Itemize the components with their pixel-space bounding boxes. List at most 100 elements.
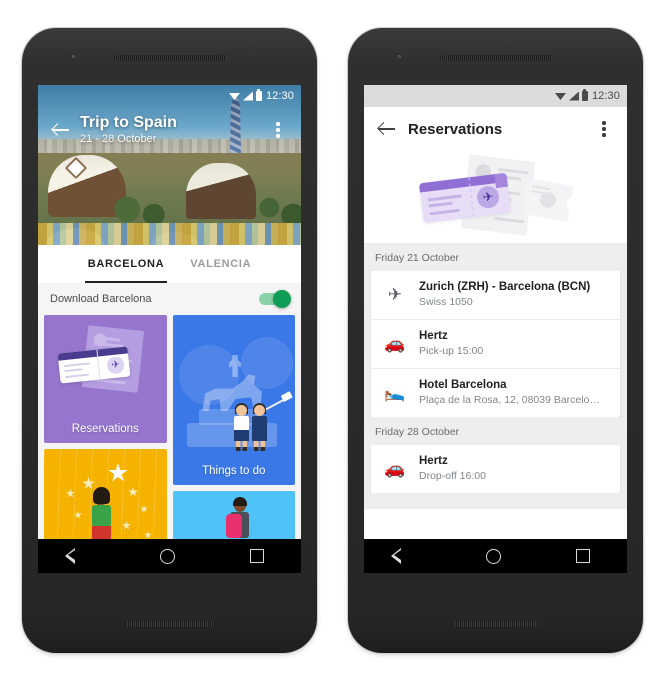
- download-row[interactable]: Download Barcelona: [38, 283, 301, 315]
- card-things-to-do-label: Things to do: [202, 465, 266, 477]
- reservation-text: Hertz Pick-up 15:00: [419, 329, 483, 359]
- person-shirt: [92, 505, 111, 527]
- category-card-grid: ✈ Reservations Things to do: [38, 315, 301, 573]
- tab-valencia-label: VALENCIA: [190, 258, 252, 270]
- arrow-back-icon: [379, 121, 395, 137]
- trip-hero-image: 12:30 Trip to Spain 21 - 28 October: [38, 85, 301, 245]
- statue-selfie-illustration: [173, 315, 296, 485]
- nav-back-icon[interactable]: [391, 548, 411, 564]
- nav-recents-icon[interactable]: [575, 549, 590, 563]
- tourist-skirt: [233, 430, 249, 441]
- battery-icon: [255, 89, 262, 101]
- backpack-icon: [225, 514, 242, 538]
- reservation-row-flight[interactable]: ✈ Zurich (ZRH) - Barcelona (BCN) Swiss 1…: [371, 271, 620, 319]
- tab-barcelona-label: BARCELONA: [87, 258, 165, 270]
- overflow-button-left[interactable]: [263, 115, 293, 145]
- tourist-boots: [235, 447, 247, 451]
- day-header: Friday 28 October: [364, 417, 627, 445]
- reservation-title: Hertz: [419, 330, 448, 342]
- reservations-title: Reservations: [408, 120, 503, 138]
- tourist-top: [233, 416, 249, 431]
- trip-dates: 21 - 28 October: [80, 132, 157, 145]
- page-title: Trip to Spain: [80, 113, 177, 131]
- reservations-tickets-illustration: ✈: [418, 154, 576, 236]
- card-reservations-label: Reservations: [71, 423, 139, 435]
- tourist-top: [251, 416, 267, 431]
- card-stars[interactable]: [44, 449, 167, 553]
- tab-valencia[interactable]: VALENCIA: [190, 245, 251, 283]
- flight-icon: ✈: [387, 285, 403, 304]
- battery-icon: [581, 89, 588, 101]
- grid-column-left: ✈ Reservations: [44, 315, 167, 573]
- more-vert-icon: [276, 128, 280, 132]
- backpacker-hair: [232, 497, 247, 506]
- signal-icon: [242, 91, 253, 101]
- status-bar-left: 12:30: [38, 85, 301, 107]
- more-vert-icon: [602, 127, 606, 131]
- person-hair: [93, 487, 110, 504]
- earpiece-speaker: [113, 55, 226, 61]
- nav-back-icon[interactable]: [65, 548, 85, 564]
- card-things-to-do[interactable]: Things to do: [172, 315, 296, 485]
- back-button-right[interactable]: [372, 114, 402, 144]
- front-camera-icon: [396, 53, 403, 60]
- reservation-row-hotel[interactable]: 🛌 Hotel Barcelona Plaça de la Rosa, 12, …: [371, 368, 620, 417]
- status-time-left: 12:30: [265, 90, 294, 102]
- reservation-row-car-dropoff[interactable]: 🚗 Hertz Drop-off 16:00: [371, 445, 620, 493]
- status-icons-right: [555, 89, 588, 101]
- grid-column-right: Things to do: [172, 315, 296, 573]
- trip-toolbar: Trip to Spain 21 - 28 October: [38, 107, 301, 153]
- nav-home-icon[interactable]: [159, 548, 175, 564]
- ticket-stub: [521, 178, 576, 222]
- overflow-button-right[interactable]: [589, 114, 619, 144]
- screen-right: 12:30 Reservations ✈ Friday 21 October ✈…: [364, 85, 627, 573]
- reservations-toolbar: Reservations: [364, 107, 627, 151]
- tourist-right: [251, 403, 268, 451]
- back-button-left[interactable]: [46, 115, 76, 145]
- reservation-subtitle: Drop-off 16:00: [419, 470, 486, 482]
- wifi-icon: [229, 92, 240, 100]
- reservations-header-illustration: ✈: [364, 151, 627, 243]
- nav-home-icon[interactable]: [485, 548, 501, 564]
- screenshot-stage: 12:30 Trip to Spain 21 - 28 October BARC…: [0, 0, 667, 680]
- tourist-head: [235, 405, 247, 416]
- reservation-title: Hotel Barcelona: [419, 379, 507, 391]
- tourist-head: [253, 405, 265, 416]
- status-time-right: 12:30: [591, 90, 620, 102]
- phone-device-left: 12:30 Trip to Spain 21 - 28 October BARC…: [22, 28, 317, 653]
- earpiece-speaker: [439, 55, 552, 61]
- download-label: Download Barcelona: [50, 293, 152, 305]
- boarding-pass-illustration: ✈: [57, 325, 151, 394]
- phone-device-right: 12:30 Reservations ✈ Friday 21 October ✈…: [348, 28, 643, 653]
- stars-person-illustration: [44, 449, 167, 553]
- reservations-list: Friday 21 October ✈ Zurich (ZRH) - Barce…: [364, 243, 627, 509]
- nav-recents-icon[interactable]: [249, 549, 264, 563]
- status-bar-right: 12:30: [364, 85, 627, 107]
- front-camera-icon: [70, 53, 77, 60]
- reservation-row-car-pickup[interactable]: 🚗 Hertz Pick-up 15:00: [371, 319, 620, 368]
- download-toggle[interactable]: [259, 290, 291, 308]
- reservation-card-group: ✈ Zurich (ZRH) - Barcelona (BCN) Swiss 1…: [371, 271, 620, 417]
- android-nav-bar-left: [38, 539, 301, 573]
- reservation-text: Hotel Barcelona Plaça de la Rosa, 12, 08…: [419, 378, 600, 408]
- reservation-subtitle: Plaça de la Rosa, 12, 08039 Barcelo…: [419, 394, 600, 406]
- tab-barcelona[interactable]: BARCELONA: [84, 245, 167, 283]
- reservation-title: Zurich (ZRH) - Barcelona (BCN): [419, 281, 591, 293]
- reservation-card-group: 🚗 Hertz Drop-off 16:00: [371, 445, 620, 493]
- list-bottom-spacer: [364, 493, 627, 507]
- car-icon: 🚗: [384, 459, 406, 478]
- hotel-icon: 🛌: [384, 383, 406, 402]
- tourist-left: [233, 403, 250, 451]
- reservation-title: Hertz: [419, 455, 448, 467]
- ticket-corner: [493, 172, 508, 189]
- bottom-speaker: [125, 621, 214, 627]
- flight-icon: ✈: [475, 184, 500, 210]
- card-reservations[interactable]: ✈ Reservations: [44, 315, 167, 443]
- tourist-boots: [253, 447, 265, 451]
- wifi-icon: [555, 92, 566, 100]
- screen-left: 12:30 Trip to Spain 21 - 28 October BARC…: [38, 85, 301, 573]
- status-icons-left: [229, 89, 262, 101]
- tourist-skirt: [251, 430, 267, 441]
- android-nav-bar-right: [364, 539, 627, 573]
- reservation-subtitle: Swiss 1050: [419, 296, 473, 308]
